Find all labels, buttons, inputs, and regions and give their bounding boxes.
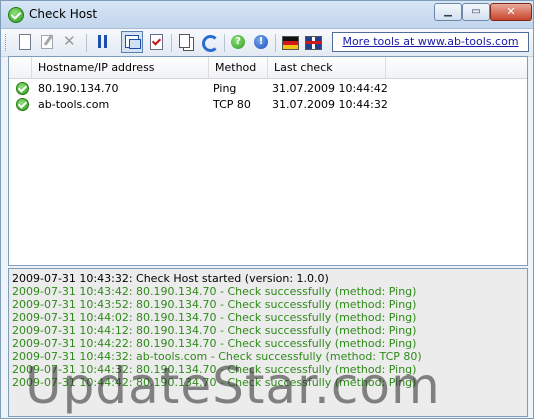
uk-flag-icon bbox=[305, 36, 322, 50]
add-host-button[interactable] bbox=[14, 32, 34, 52]
watermark: UpdateStar.com bbox=[25, 357, 441, 415]
toolbar-separator bbox=[224, 34, 225, 52]
hostname-cell: 80.190.134.70 bbox=[38, 82, 119, 95]
checklist-icon bbox=[150, 34, 163, 50]
close-button[interactable]: ✕ bbox=[490, 3, 532, 21]
method-cell: Ping bbox=[213, 82, 237, 95]
main-window: Check Host ▁ ▭ ✕ ✕ ? ! More tools at www… bbox=[0, 0, 534, 419]
info-button[interactable]: ! bbox=[251, 32, 271, 52]
minimize-button[interactable]: ▁ bbox=[434, 3, 462, 21]
table-row[interactable]: 80.190.134.70 Ping 31.07.2009 10:44:42 bbox=[9, 81, 527, 97]
log-line: 2009-07-31 10:43:42: 80.190.134.70 - Che… bbox=[12, 285, 417, 298]
toolbar-separator bbox=[86, 34, 87, 52]
info-icon: ! bbox=[254, 35, 268, 49]
delete-host-button[interactable]: ✕ bbox=[60, 32, 80, 52]
copy-icon bbox=[179, 34, 190, 48]
edit-icon bbox=[41, 35, 53, 49]
log-line: 2009-07-31 10:43:52: 80.190.134.70 - Che… bbox=[12, 298, 417, 311]
toolbar: ✕ ? ! More tools at www.ab-tools.com bbox=[1, 29, 533, 57]
pause-icon bbox=[98, 35, 101, 48]
german-flag-icon bbox=[282, 36, 299, 50]
log-line: 2009-07-31 10:44:12: 80.190.134.70 - Che… bbox=[12, 324, 417, 337]
help-button[interactable]: ? bbox=[228, 32, 248, 52]
checklist-button[interactable] bbox=[146, 32, 166, 52]
window-icon bbox=[125, 35, 141, 49]
refresh-icon bbox=[202, 35, 219, 52]
hostname-cell: ab-tools.com bbox=[38, 98, 110, 111]
maximize-icon: ▭ bbox=[471, 6, 481, 17]
hostname-column-header[interactable]: Hostname/IP address bbox=[32, 57, 209, 78]
toolbar-separator bbox=[171, 34, 172, 52]
log-line: 2009-07-31 10:44:22: 80.190.134.70 - Che… bbox=[12, 337, 417, 350]
toolbar-separator bbox=[275, 34, 276, 52]
toolbar-grip[interactable] bbox=[5, 34, 9, 51]
language-english-button[interactable] bbox=[303, 32, 323, 52]
check-host-app-icon bbox=[8, 7, 24, 23]
refresh-button[interactable] bbox=[199, 32, 219, 52]
language-german-button[interactable] bbox=[280, 32, 300, 52]
pause-button[interactable] bbox=[93, 32, 113, 52]
delete-icon: ✕ bbox=[63, 32, 76, 50]
host-list[interactable]: Hostname/IP address Method Last check 80… bbox=[8, 56, 528, 266]
log-line: 2009-07-31 10:43:32: Check Host started … bbox=[12, 272, 329, 285]
table-row[interactable]: ab-tools.com TCP 80 31.07.2009 10:44:32 bbox=[9, 97, 527, 113]
status-ok-icon bbox=[16, 98, 29, 111]
more-tools-link[interactable]: More tools at www.ab-tools.com bbox=[332, 32, 529, 52]
last-check-column-header[interactable]: Last check bbox=[268, 57, 386, 78]
status-column-header[interactable] bbox=[9, 57, 32, 78]
log-line: 2009-07-31 10:44:02: 80.190.134.70 - Che… bbox=[12, 311, 417, 324]
last-check-cell: 31.07.2009 10:44:42 bbox=[272, 82, 388, 95]
new-icon bbox=[19, 34, 31, 50]
method-column-header[interactable]: Method bbox=[209, 57, 268, 78]
list-header: Hostname/IP address Method Last check bbox=[9, 57, 527, 79]
show-window-button[interactable] bbox=[121, 31, 143, 53]
title-bar[interactable]: Check Host ▁ ▭ ✕ bbox=[1, 1, 533, 29]
copy-button[interactable] bbox=[176, 32, 196, 52]
last-check-cell: 31.07.2009 10:44:32 bbox=[272, 98, 388, 111]
status-ok-icon bbox=[16, 82, 29, 95]
edit-host-button[interactable] bbox=[37, 32, 57, 52]
close-icon: ✕ bbox=[506, 5, 516, 18]
help-icon: ? bbox=[231, 35, 245, 49]
minimize-icon: ▁ bbox=[444, 6, 452, 17]
window-title: Check Host bbox=[29, 7, 98, 21]
method-cell: TCP 80 bbox=[213, 98, 251, 111]
maximize-button[interactable]: ▭ bbox=[462, 3, 490, 21]
